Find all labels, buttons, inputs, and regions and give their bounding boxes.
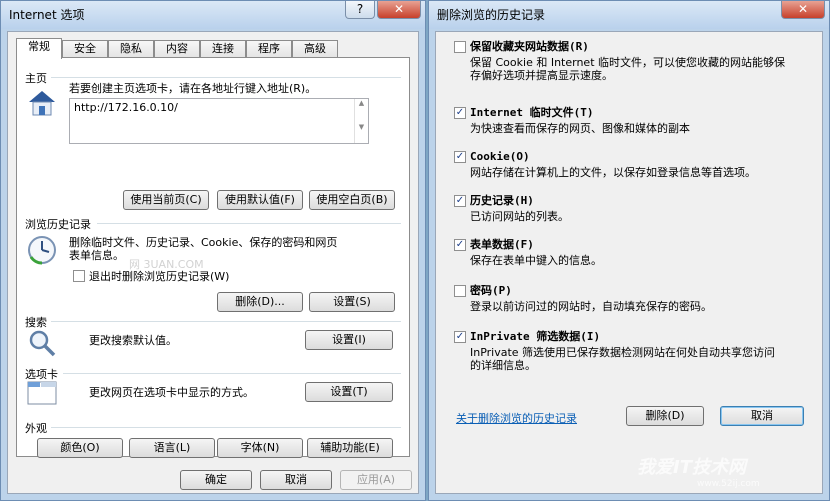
title-bar[interactable]: Internet 选项 ? ✕: [1, 1, 425, 29]
tab-privacy[interactable]: 隐私: [108, 40, 154, 58]
tab-advanced[interactable]: 高级: [292, 40, 338, 58]
delete-on-exit-label: 退出时删除浏览历史记录(W): [89, 270, 230, 283]
option-checkbox[interactable]: [454, 41, 466, 53]
option-checkbox[interactable]: ✓: [454, 239, 466, 251]
home-address-field[interactable]: http://172.16.0.10/ ▲ ▼: [69, 98, 369, 144]
tabs-window-icon: [27, 381, 57, 405]
use-blank-button[interactable]: 使用空白页(B): [309, 190, 395, 210]
delete-history-window: 删除浏览的历史记录 ✕ 关于删除浏览的历史记录 删除(D) 取消 保留收藏夹网站…: [428, 0, 830, 501]
option-description: 保存在表单中键入的信息。: [470, 254, 602, 267]
tab-general[interactable]: 常规: [16, 38, 62, 59]
option-title: Cookie(O): [470, 150, 530, 163]
delete-on-exit-checkbox[interactable]: [73, 270, 85, 282]
window-title: 删除浏览的历史记录: [437, 8, 546, 22]
search-description: 更改搜索默认值。: [89, 334, 177, 347]
home-section-title: 主页: [25, 72, 47, 85]
option-title: 表单数据(F): [470, 238, 534, 251]
general-panel: 主页 若要创建主页选项卡，请在各地址行键入地址(R)。 http://172.1…: [16, 57, 410, 458]
history-description-1: 删除临时文件、历史记录、Cookie、保存的密码和网页: [69, 236, 338, 249]
appearance-section-title: 外观: [25, 422, 47, 435]
option-description: 的详细信息。: [470, 359, 536, 372]
tabs-description: 更改网页在选项卡中显示的方式。: [89, 386, 254, 399]
option-title: Internet 临时文件(T): [470, 106, 594, 119]
delete-button[interactable]: 删除(D): [626, 406, 704, 426]
history-description-2: 表单信息。: [69, 249, 124, 262]
home-address-value: http://172.16.0.10/: [74, 101, 178, 114]
languages-button[interactable]: 语言(L): [129, 438, 215, 458]
home-icon: [29, 91, 55, 116]
search-magnifier-icon: [29, 330, 56, 357]
ok-button[interactable]: 确定: [180, 470, 252, 490]
tab-content[interactable]: 内容: [154, 40, 200, 58]
internet-options-window: Internet 选项 ? ✕ 常规 安全 隐私 内容 连接 程序 高级 主页 …: [0, 0, 426, 501]
about-delete-history-link[interactable]: 关于删除浏览的历史记录: [456, 410, 577, 426]
tabs-settings-button[interactable]: 设置(T): [305, 382, 393, 402]
tab-security[interactable]: 安全: [62, 40, 108, 58]
address-scrollbar[interactable]: ▲ ▼: [354, 99, 368, 143]
divider: [51, 427, 401, 428]
option-description: 已访问网站的列表。: [470, 210, 569, 223]
accessibility-button[interactable]: 辅助功能(E): [307, 438, 393, 458]
option-checkbox[interactable]: ✓: [454, 195, 466, 207]
dialog-client: 常规 安全 隐私 内容 连接 程序 高级 主页 若要创建主页选项卡，请在各地址行…: [7, 31, 419, 494]
watermark-3uan: 网 3UAN.COM: [129, 258, 204, 271]
option-checkbox[interactable]: ✓: [454, 107, 466, 119]
search-settings-button[interactable]: 设置(I): [305, 330, 393, 350]
option-description: 为快速查看而保存的网页、图像和媒体的副本: [470, 122, 690, 135]
option-title: 历史记录(H): [470, 194, 534, 207]
option-checkbox[interactable]: ✓: [454, 331, 466, 343]
close-button[interactable]: ✕: [377, 1, 421, 19]
option-description: 保留 Cookie 和 Internet 临时文件，可以使您收藏的网站能够保: [470, 56, 785, 69]
divider: [97, 223, 401, 224]
option-checkbox[interactable]: [454, 285, 466, 297]
use-current-button[interactable]: 使用当前页(C): [123, 190, 209, 210]
option-description: InPrivate 筛选使用已保存数据检测网站在何处自动共享您访问: [470, 346, 776, 359]
history-section-title: 浏览历史记录: [25, 218, 91, 231]
dialog-client: 关于删除浏览的历史记录 删除(D) 取消 保留收藏夹网站数据(R) 保留 Cook…: [435, 31, 823, 494]
divider: [63, 373, 401, 374]
option-title: InPrivate 筛选数据(I): [470, 330, 601, 343]
window-title: Internet 选项: [9, 8, 85, 22]
option-description: 登录以前访问过的网站时，自动填充保存的密码。: [470, 300, 712, 313]
option-title: 保留收藏夹网站数据(R): [470, 40, 589, 53]
colors-button[interactable]: 颜色(O): [37, 438, 123, 458]
home-description: 若要创建主页选项卡，请在各地址行键入地址(R)。: [69, 82, 317, 95]
site-watermark: 我爱IT技术网: [637, 457, 746, 478]
cancel-button[interactable]: 取消: [720, 406, 804, 426]
delete-history-button[interactable]: 删除(D)...: [217, 292, 303, 312]
divider: [51, 321, 401, 322]
history-settings-button[interactable]: 设置(S): [309, 292, 395, 312]
tab-programs[interactable]: 程序: [246, 40, 292, 58]
option-description: 网站存储在计算机上的文件，以保存如登录信息等首选项。: [470, 166, 756, 179]
option-checkbox[interactable]: ✓: [454, 151, 466, 163]
fonts-button[interactable]: 字体(N): [217, 438, 303, 458]
option-description: 存偏好选项并提高显示速度。: [470, 69, 613, 82]
site-watermark-url: www.52ij.com: [697, 479, 760, 489]
help-button[interactable]: ?: [345, 1, 375, 19]
tab-connections[interactable]: 连接: [200, 40, 246, 58]
cancel-button[interactable]: 取消: [260, 470, 332, 490]
history-clock-icon: [28, 236, 56, 265]
option-title: 密码(P): [470, 284, 512, 297]
apply-button[interactable]: 应用(A): [340, 470, 412, 490]
title-bar[interactable]: 删除浏览的历史记录 ✕: [429, 1, 829, 29]
use-default-button[interactable]: 使用默认值(F): [217, 190, 303, 210]
divider: [51, 77, 401, 78]
close-button[interactable]: ✕: [781, 1, 825, 19]
